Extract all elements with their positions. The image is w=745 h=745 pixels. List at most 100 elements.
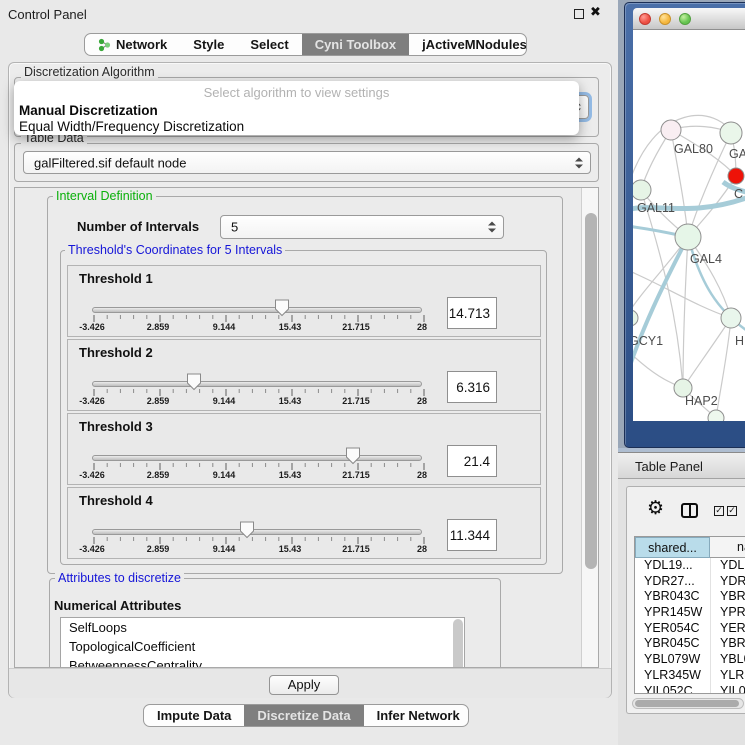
cell-name[interactable]: YDL1 xyxy=(720,558,745,574)
slider-thumb[interactable] xyxy=(186,373,202,391)
dropdown-option-manual-discretization[interactable]: Manual Discretization xyxy=(19,103,158,118)
table-row[interactable]: YDL19... YDL1 xyxy=(635,558,745,574)
checkbox-icon[interactable] xyxy=(727,506,737,516)
network-edge xyxy=(633,270,731,318)
network-node[interactable] xyxy=(728,168,744,184)
slider-track[interactable] xyxy=(92,529,422,535)
dropdown-option-equal-width-frequency-discretization[interactable]: Equal Width/Frequency Discretization xyxy=(19,119,244,134)
table-row[interactable]: YPR145W YPR1 xyxy=(635,605,745,621)
table-panel-title: Table Panel xyxy=(635,459,703,474)
combo-arrows-icon[interactable] xyxy=(488,222,496,233)
tab-cyni-toolbox[interactable]: Cyni Toolbox xyxy=(302,34,409,55)
cell-name[interactable]: YBL0 xyxy=(720,652,745,668)
horizontal-scrollbar[interactable] xyxy=(632,698,744,709)
network-canvas[interactable]: GAL80GACGAL11GAL4GCY1HHAP2 xyxy=(633,30,745,421)
cell-shared-name[interactable]: YBR043C xyxy=(644,589,700,605)
combo-arrows-icon[interactable] xyxy=(575,157,583,168)
node-label: GAL80 xyxy=(674,142,713,156)
attribute-item-topologicalcoefficient[interactable]: TopologicalCoefficient xyxy=(61,637,464,656)
network-node[interactable] xyxy=(721,308,741,328)
tab-impute-data[interactable]: Impute Data xyxy=(144,705,244,726)
number-of-intervals-label: Number of Intervals xyxy=(77,219,199,234)
tab-style[interactable]: Style xyxy=(180,34,237,55)
close-icon[interactable] xyxy=(590,5,604,21)
vertical-scrollbar-thumb[interactable] xyxy=(585,213,597,569)
close-window-icon[interactable] xyxy=(639,13,651,25)
network-edge xyxy=(688,237,731,318)
tick-label: 2.859 xyxy=(147,470,170,480)
network-node[interactable] xyxy=(633,310,638,326)
cell-shared-name[interactable]: YIL052C xyxy=(644,684,693,695)
table-row[interactable]: YBR043C YBR0 xyxy=(635,589,745,605)
tab-label: Style xyxy=(193,37,224,52)
tick-label: 9.144 xyxy=(213,544,236,554)
attribute-item-selfloops[interactable]: SelfLoops xyxy=(61,618,464,637)
thresholds-group: Threshold 1-3.4262.8599.14415.4321.71528… xyxy=(60,250,547,565)
cell-name[interactable]: YER0 xyxy=(720,621,745,637)
table-row[interactable]: YLR345W YLR3 xyxy=(635,668,745,684)
table-row[interactable]: YBL079W YBL0 xyxy=(635,652,745,668)
minimize-window-icon[interactable] xyxy=(659,13,671,25)
attribute-item-betweennesscentrality[interactable]: BetweennessCentrality xyxy=(61,656,464,668)
slider-track[interactable] xyxy=(92,381,422,387)
tick-label: 28 xyxy=(417,470,427,480)
column-header-shared-name[interactable]: shared... xyxy=(635,537,710,558)
slider-thumb[interactable] xyxy=(274,299,290,317)
network-window-titlebar xyxy=(633,8,745,30)
tick-label: 15.43 xyxy=(279,322,302,332)
network-node[interactable] xyxy=(720,122,742,144)
cell-name[interactable]: YDR2 xyxy=(720,574,745,590)
checkbox-icon[interactable] xyxy=(714,506,724,516)
cell-shared-name[interactable]: YPR145W xyxy=(644,605,702,621)
list-scrollbar-thumb[interactable] xyxy=(453,619,463,668)
slider-track[interactable] xyxy=(92,307,422,313)
column-split-icon[interactable] xyxy=(681,503,698,518)
network-node[interactable] xyxy=(708,410,724,421)
gear-icon[interactable] xyxy=(647,499,664,518)
tab-select[interactable]: Select xyxy=(237,34,301,55)
cell-shared-name[interactable]: YBL079W xyxy=(644,652,700,668)
cell-name[interactable]: YIL0 xyxy=(720,684,745,695)
table-data-combobox[interactable]: galFiltered.sif default node xyxy=(23,151,591,174)
threshold-value-field[interactable] xyxy=(447,519,497,551)
table-row[interactable]: YIL052C YIL0 xyxy=(635,684,745,695)
network-node[interactable] xyxy=(633,180,651,200)
table-row[interactable]: YER054C YER0 xyxy=(635,621,745,637)
slider-track[interactable] xyxy=(92,455,422,461)
apply-button[interactable]: Apply xyxy=(269,675,339,695)
table-row[interactable]: YDR27... YDR2 xyxy=(635,574,745,590)
threshold-value-field[interactable] xyxy=(447,445,497,477)
numerical-attributes-list[interactable]: SelfLoopsTopologicalCoefficientBetweenne… xyxy=(60,617,465,668)
tab-network[interactable]: Network xyxy=(85,34,180,55)
cell-shared-name[interactable]: YDR27... xyxy=(644,574,695,590)
tab-infer-network[interactable]: Infer Network xyxy=(364,705,469,726)
cell-shared-name[interactable]: YER054C xyxy=(644,621,700,637)
table-rows: YDL19...YDL1YDR27...YDR2YBR043CYBR0YPR14… xyxy=(635,558,745,694)
column-header-name[interactable]: na xyxy=(710,537,745,558)
cell-shared-name[interactable]: YLR345W xyxy=(644,668,701,684)
threshold-value-field[interactable] xyxy=(447,371,497,403)
number-of-intervals-combobox[interactable]: 5 xyxy=(220,215,504,239)
threshold-value-field[interactable] xyxy=(447,297,497,329)
node-label: GCY1 xyxy=(633,334,663,348)
cell-name[interactable]: YBR0 xyxy=(720,636,745,652)
horizontal-scrollbar-thumb[interactable] xyxy=(635,700,739,707)
cell-name[interactable]: YLR3 xyxy=(720,668,745,684)
cell-name[interactable]: YBR0 xyxy=(720,589,745,605)
table-row[interactable]: YBR045C YBR0 xyxy=(635,636,745,652)
slider-thumb[interactable] xyxy=(345,447,361,465)
cell-shared-name[interactable]: YDL19... xyxy=(644,558,693,574)
tab-discretize-data[interactable]: Discretize Data xyxy=(244,705,363,726)
vertical-scrollbar[interactable] xyxy=(581,188,599,668)
network-node[interactable] xyxy=(675,224,701,250)
slider-ticks xyxy=(93,537,425,546)
tab-jactivemnodules[interactable]: jActiveMNodules xyxy=(409,34,527,55)
top-tab-bar: Network Style SelectCyni ToolboxjActiveMNo… xyxy=(84,33,527,56)
threshold-label: Threshold 3 xyxy=(79,419,153,434)
cell-shared-name[interactable]: YBR045C xyxy=(644,636,700,652)
float-window-icon[interactable] xyxy=(574,9,584,19)
slider-thumb[interactable] xyxy=(239,521,255,539)
zoom-window-icon[interactable] xyxy=(679,13,691,25)
cell-name[interactable]: YPR1 xyxy=(720,605,745,621)
network-node[interactable] xyxy=(661,120,681,140)
